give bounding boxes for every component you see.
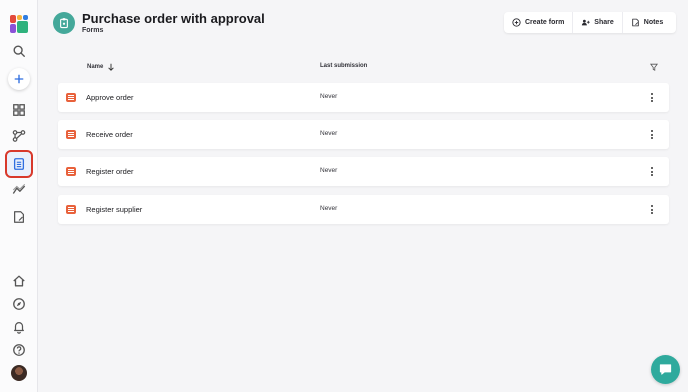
more-options-icon[interactable]: [648, 92, 656, 103]
add-user-icon: [582, 19, 591, 26]
share-button[interactable]: Share: [573, 12, 623, 33]
last-submission: Never: [320, 130, 338, 137]
sidebar: [0, 0, 38, 392]
last-submission: Never: [320, 167, 338, 174]
avatar[interactable]: [11, 365, 27, 381]
last-submission: Never: [320, 205, 338, 212]
more-options-icon[interactable]: [648, 166, 656, 177]
more-options-icon[interactable]: [648, 129, 656, 140]
column-header-last-submission[interactable]: Last submission: [320, 63, 367, 69]
chat-button[interactable]: [651, 355, 680, 384]
filter-icon[interactable]: [650, 63, 658, 71]
help-icon[interactable]: [8, 339, 30, 361]
arrow-down-icon: [108, 63, 115, 71]
table-row[interactable]: Receive order Never: [58, 120, 669, 149]
home-icon[interactable]: [8, 270, 30, 292]
more-options-icon[interactable]: [648, 204, 656, 215]
create-form-label: Create form: [525, 19, 565, 26]
toolbar: Create form Share Notes: [504, 12, 676, 33]
share-label: Share: [594, 19, 614, 26]
notes-label: Notes: [643, 19, 664, 26]
bell-icon[interactable]: [8, 316, 30, 338]
create-form-button[interactable]: Create form: [504, 12, 574, 33]
analytics-icon[interactable]: [8, 179, 30, 201]
notes-icon[interactable]: [8, 206, 30, 228]
form-name: Register order: [86, 167, 134, 176]
table-row[interactable]: Register order Never: [58, 157, 669, 186]
workflow-icon[interactable]: [8, 125, 30, 147]
form-icon: [66, 93, 76, 102]
notes-button[interactable]: Notes: [623, 12, 671, 33]
column-header-name[interactable]: Name: [87, 63, 115, 71]
table-row[interactable]: Register supplier Never: [58, 195, 669, 224]
dashboard-icon[interactable]: [8, 99, 30, 121]
page-title: Purchase order with approval: [82, 11, 265, 26]
form-name: Register supplier: [86, 205, 143, 214]
form-name: Approve order: [86, 93, 134, 102]
last-submission: Never: [320, 93, 338, 100]
forms-icon[interactable]: [5, 150, 33, 178]
note-icon: [632, 18, 639, 27]
form-icon: [66, 167, 76, 176]
app-logo[interactable]: [9, 14, 29, 34]
table-row[interactable]: Approve order Never: [58, 83, 669, 112]
form-icon: [66, 205, 76, 214]
form-icon: [66, 130, 76, 139]
search-icon[interactable]: [8, 40, 30, 62]
add-icon[interactable]: [8, 68, 30, 90]
plus-circle-icon: [512, 18, 521, 27]
explore-icon[interactable]: [8, 293, 30, 315]
clipboard-icon: [53, 12, 75, 34]
chat-icon: [659, 364, 672, 375]
form-name: Receive order: [86, 130, 133, 139]
breadcrumb: Forms: [82, 27, 104, 34]
